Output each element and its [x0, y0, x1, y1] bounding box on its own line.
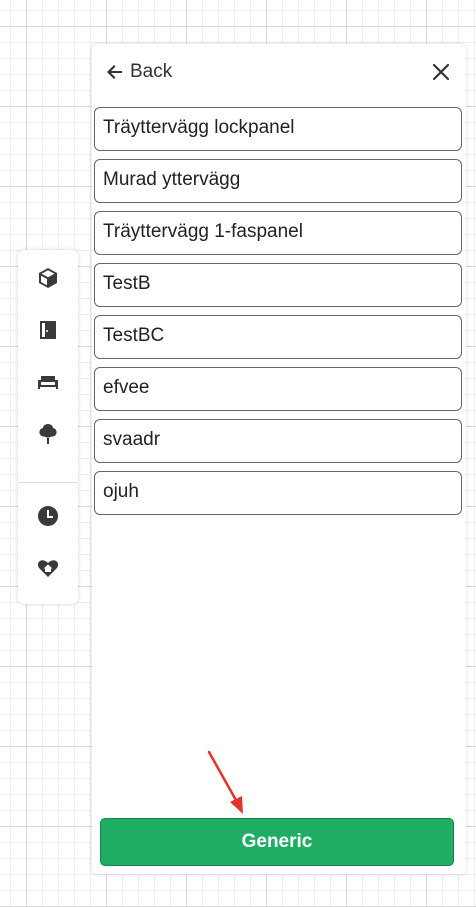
- list-item[interactable]: TestB: [94, 263, 462, 307]
- list-item[interactable]: Träyttervägg lockpanel: [94, 107, 462, 151]
- door-icon: [40, 321, 56, 339]
- list-item-label: Träyttervägg lockpanel: [103, 117, 295, 138]
- list-item-label: efvee: [103, 377, 150, 398]
- list-item[interactable]: Träyttervägg 1-faspanel: [94, 211, 462, 255]
- tree-icon: [39, 424, 57, 444]
- history-tool-button[interactable]: [18, 490, 78, 542]
- back-button[interactable]: Back: [106, 60, 172, 84]
- sofa-icon: [38, 376, 58, 389]
- list-item[interactable]: ojuh: [94, 471, 462, 515]
- close-icon: [432, 63, 450, 81]
- panel-header: Back: [92, 44, 466, 100]
- list-item[interactable]: efvee: [94, 367, 462, 411]
- favorites-tool-button[interactable]: [18, 542, 78, 594]
- landscape-tool-button[interactable]: [18, 408, 78, 460]
- clock-icon: [38, 506, 59, 526]
- heart-home-icon: [37, 560, 59, 577]
- close-button[interactable]: [428, 59, 454, 85]
- walls-tool-button[interactable]: [18, 252, 78, 304]
- generic-button-label: Generic: [241, 831, 313, 852]
- list-item-label: TestB: [103, 273, 151, 294]
- doors-tool-button[interactable]: [18, 304, 78, 356]
- wall-type-panel: Back Träyttervägg lockpanel Murad ytterv…: [92, 44, 466, 874]
- list-item[interactable]: Murad yttervägg: [94, 159, 462, 203]
- arrow-left-icon: [107, 65, 122, 79]
- cube-icon: [39, 268, 57, 288]
- list-item[interactable]: svaadr: [94, 419, 462, 463]
- tool-rail: [18, 250, 78, 604]
- generic-button[interactable]: Generic: [100, 818, 454, 866]
- list-item-label: ojuh: [103, 481, 139, 502]
- list-item-label: svaadr: [103, 429, 161, 450]
- list-item[interactable]: TestBC: [94, 315, 462, 359]
- list-item-label: Murad yttervägg: [103, 169, 241, 190]
- list-item-label: TestBC: [103, 325, 165, 346]
- back-label: Back: [130, 61, 173, 82]
- furniture-tool-button[interactable]: [18, 356, 78, 408]
- list-item-label: Träyttervägg 1-faspanel: [103, 221, 303, 242]
- rail-divider: [18, 482, 78, 483]
- wall-type-list: Träyttervägg lockpanel Murad yttervägg T…: [94, 107, 462, 523]
